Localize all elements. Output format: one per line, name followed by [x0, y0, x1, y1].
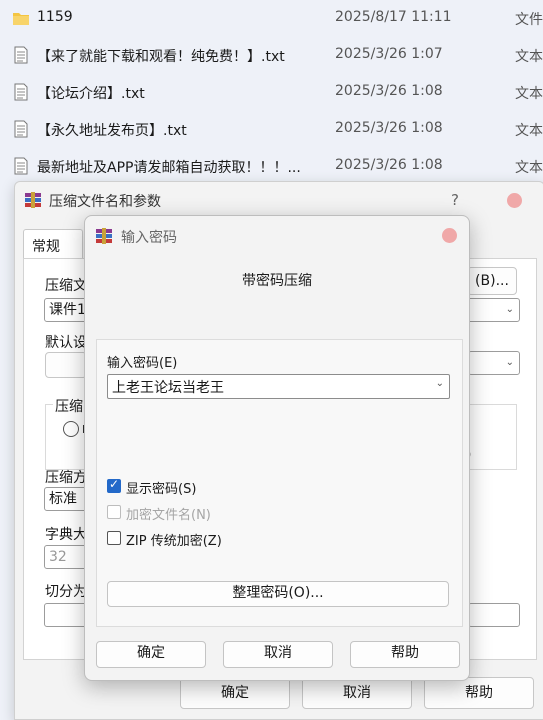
file-row-1159[interactable]: 1159 2025/8/17 11:11 文件 — [0, 0, 543, 37]
file-row-free-download[interactable]: 【来了就能下载和观看！纯免费！】.txt 2025/3/26 1:07 文本 — [0, 37, 543, 74]
chevron-down-icon[interactable]: ⌄ — [436, 378, 444, 389]
enter-password-dialog: 输入密码 带密码压缩 输入密码(E) 上老王论坛当老王 ⌄ 显示密码(S) 加密… — [84, 215, 470, 681]
default-profile-label: 默认设 — [45, 335, 87, 351]
encrypt-filenames-checkbox — [107, 505, 121, 519]
organize-passwords-button[interactable]: 整理密码(O)... — [107, 581, 449, 607]
archive-format-label: 压缩 — [53, 396, 85, 416]
winrar-app-icon — [96, 228, 112, 244]
show-password-checkbox[interactable] — [107, 477, 121, 493]
file-type: 文本 — [515, 86, 543, 102]
winrar-app-icon — [25, 192, 41, 208]
archive-name-label: 压缩文 — [45, 278, 87, 294]
ok-button[interactable]: 确定 — [180, 677, 290, 709]
file-name: 1159 — [37, 9, 73, 25]
file-name: 最新地址及APP请发邮箱自动获取！！！... — [37, 160, 301, 176]
chevron-down-icon: ⌄ — [505, 357, 514, 368]
chevron-down-icon: ⌄ — [505, 304, 514, 315]
split-volume-label: 切分为 — [45, 584, 87, 600]
update-mode-combo[interactable]: ⌄ — [468, 351, 520, 375]
dictionary-size-label: 字典大 — [45, 527, 87, 543]
file-date: 2025/3/26 1:08 — [335, 157, 443, 173]
file-name: 【来了就能下载和观看！纯免费！】.txt — [37, 49, 285, 65]
file-row-forum-intro[interactable]: 【论坛介绍】.txt 2025/3/26 1:08 文本 — [0, 74, 543, 111]
dialog-title: 压缩文件名和参数 — [49, 194, 161, 210]
browse-button[interactable]: (B)... — [467, 267, 517, 295]
close-icon[interactable] — [507, 193, 522, 208]
file-name: 【永久地址发布页】.txt — [37, 123, 187, 139]
cancel-button[interactable]: 取消 — [302, 677, 412, 709]
file-date: 2025/3/26 1:07 — [335, 46, 443, 62]
tab-label: 常规 — [32, 239, 60, 255]
folder-icon — [13, 13, 29, 25]
close-icon[interactable] — [442, 228, 457, 243]
dialog-title: 输入密码 — [121, 230, 177, 246]
file-type: 文本 — [515, 49, 543, 65]
file-row-permanent-address[interactable]: 【永久地址发布页】.txt 2025/3/26 1:08 文本 — [0, 111, 543, 148]
compression-method-label: 压缩方 — [45, 470, 87, 486]
file-type: 文件 — [515, 12, 543, 28]
help-button[interactable]: 帮助 — [350, 641, 460, 668]
cancel-button[interactable]: 取消 — [223, 641, 333, 668]
text-file-icon — [14, 120, 28, 138]
file-date: 2025/3/26 1:08 — [335, 83, 443, 99]
file-date: 2025/3/26 1:08 — [335, 120, 443, 136]
password-label: 输入密码(E) — [107, 356, 178, 371]
profiles-button[interactable] — [45, 352, 87, 378]
file-date: 2025/8/17 11:11 — [335, 9, 452, 25]
password-value: 上老王论坛当老王 — [112, 380, 224, 396]
file-type: 文本 — [515, 123, 543, 139]
dialog-subtitle: 带密码压缩 — [242, 273, 312, 289]
text-file-icon — [14, 83, 28, 101]
help-button[interactable]: 帮助 — [424, 677, 534, 709]
text-file-icon — [14, 46, 28, 64]
encrypt-filenames-label: 加密文件名(N) — [126, 508, 211, 523]
help-icon[interactable]: ? — [451, 191, 459, 209]
password-input[interactable]: 上老王论坛当老王 ⌄ — [107, 374, 450, 399]
file-name: 【论坛介绍】.txt — [37, 86, 145, 102]
file-row-latest-address[interactable]: 最新地址及APP请发邮箱自动获取！！！... 2025/3/26 1:08 文本 — [0, 148, 543, 185]
zip-legacy-checkbox[interactable] — [107, 531, 121, 545]
password-field[interactable] — [468, 603, 520, 627]
tab-general[interactable]: 常规 — [23, 229, 83, 259]
text-file-icon — [14, 157, 28, 175]
show-password-label: 显示密码(S) — [126, 482, 197, 497]
file-type: 文本 — [515, 160, 543, 176]
radio-rar[interactable] — [63, 421, 79, 437]
ok-button[interactable]: 确定 — [96, 641, 206, 668]
zip-legacy-label: ZIP 传统加密(Z) — [126, 534, 222, 549]
